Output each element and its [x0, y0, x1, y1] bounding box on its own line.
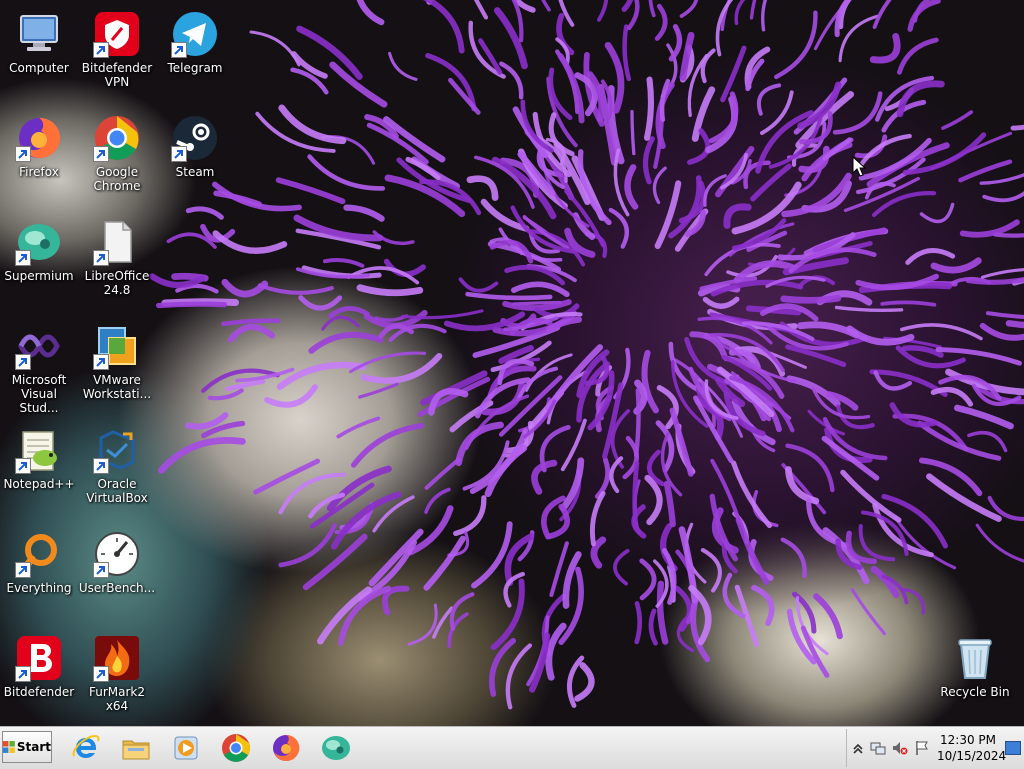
telegram-icon	[171, 10, 219, 58]
shortcut-arrow-icon	[15, 562, 31, 578]
media-player-icon	[174, 736, 198, 760]
desktop-icon-firefox[interactable]: Firefox	[0, 110, 78, 206]
tray-volume[interactable]	[891, 739, 909, 757]
desktop-icon-bitdefender-vpn[interactable]: Bitdefender VPN	[78, 6, 156, 102]
desktop-icon-userbenchmark[interactable]: UserBench...	[78, 526, 156, 622]
shortcut-arrow-icon	[15, 250, 31, 266]
desktop-icon-vmware[interactable]: VMware Workstati...	[78, 318, 156, 414]
shortcut-arrow-icon	[93, 146, 109, 162]
show-desktop-button[interactable]	[1005, 741, 1021, 755]
network-icon	[870, 742, 886, 755]
vmware-icon	[93, 322, 141, 370]
shortcut-arrow-icon	[93, 666, 109, 682]
steam-icon	[171, 114, 219, 162]
shortcut-arrow-icon	[15, 354, 31, 370]
recycle-bin-icon	[951, 634, 999, 682]
firefox-icon	[273, 734, 300, 761]
taskbar-pin-firefox[interactable]	[266, 731, 306, 765]
tray-action-center[interactable]	[913, 739, 931, 757]
internet-explorer-icon	[72, 735, 100, 758]
firefox-icon	[15, 114, 63, 162]
supermium-icon	[15, 218, 63, 266]
clock-date: 10/15/2024	[937, 749, 1007, 763]
everything-search-icon	[15, 530, 63, 578]
windows-logo-icon	[3, 741, 15, 753]
taskbar-pin-file-explorer[interactable]	[116, 731, 156, 765]
desktop-icon-bitdefender[interactable]: Bitdefender	[0, 630, 78, 726]
desktop[interactable]: Computer Bitdefender VPN Telegram Firefo…	[0, 0, 1024, 726]
start-button[interactable]: Start	[2, 731, 52, 763]
desktop-icon-google-chrome[interactable]: Google Chrome	[78, 110, 156, 206]
show-hidden-icons-button[interactable]	[849, 739, 867, 757]
bitdefender-vpn-icon	[93, 10, 141, 58]
taskbar-pin-chrome[interactable]	[216, 731, 256, 765]
shortcut-arrow-icon	[171, 146, 187, 162]
desktop-icon-libreoffice[interactable]: LibreOffice 24.8	[78, 214, 156, 310]
supermium-icon	[322, 736, 350, 760]
shortcut-arrow-icon	[93, 354, 109, 370]
system-tray: 12:30 PM 10/15/2024	[846, 729, 1023, 767]
desktop-icon-furmark[interactable]: FurMark2 x64	[78, 630, 156, 726]
taskbar-pin-internet-explorer[interactable]	[66, 731, 106, 765]
shortcut-arrow-icon	[93, 250, 109, 266]
shortcut-arrow-icon	[93, 42, 109, 58]
mouse-cursor-icon	[852, 156, 866, 177]
bitdefender-icon	[15, 634, 63, 682]
shortcut-arrow-icon	[171, 42, 187, 58]
taskbar: Start 12:30 PM 10/15/2024	[0, 726, 1024, 769]
computer-icon	[15, 10, 63, 58]
visual-studio-icon	[15, 322, 63, 370]
desktop-icon-notepad-plus-plus[interactable]: Notepad++	[0, 422, 78, 518]
chevron-up-icon	[853, 743, 863, 754]
chrome-icon	[93, 114, 141, 162]
desktop-icon-supermium[interactable]: Supermium	[0, 214, 78, 310]
taskbar-pin-supermium[interactable]	[316, 731, 356, 765]
clock-time: 12:30 PM	[940, 733, 996, 747]
shortcut-arrow-icon	[93, 458, 109, 474]
desktop-icon-everything[interactable]: Everything	[0, 526, 78, 622]
flag-icon	[916, 741, 928, 755]
desktop-icon-computer[interactable]: Computer	[0, 6, 78, 102]
volume-muted-icon	[893, 742, 908, 755]
shortcut-arrow-icon	[93, 562, 109, 578]
desktop-icon-visual-studio[interactable]: Microsoft Visual Stud...	[0, 318, 78, 415]
desktop-icon-oracle-virtualbox[interactable]: Oracle VirtualBox	[78, 422, 156, 518]
shortcut-arrow-icon	[15, 666, 31, 682]
start-label: Start	[16, 740, 51, 754]
desktop-icon-telegram[interactable]: Telegram	[156, 6, 234, 102]
desktop-icon-recycle-bin[interactable]: Recycle Bin	[936, 630, 1014, 726]
libreoffice-icon	[93, 218, 141, 266]
tray-network[interactable]	[869, 739, 887, 757]
desktop-icon-steam[interactable]: Steam	[156, 110, 234, 206]
userbenchmark-icon	[93, 530, 141, 578]
notepad-plus-plus-icon	[15, 426, 63, 474]
furmark-icon	[93, 634, 141, 682]
virtualbox-icon	[93, 426, 141, 474]
file-explorer-icon	[122, 740, 150, 760]
shortcut-arrow-icon	[15, 146, 31, 162]
chrome-icon	[222, 734, 250, 762]
clock[interactable]: 12:30 PM 10/15/2024	[937, 732, 1007, 764]
taskbar-pin-media-player[interactable]	[166, 731, 206, 765]
shortcut-arrow-icon	[15, 458, 31, 474]
